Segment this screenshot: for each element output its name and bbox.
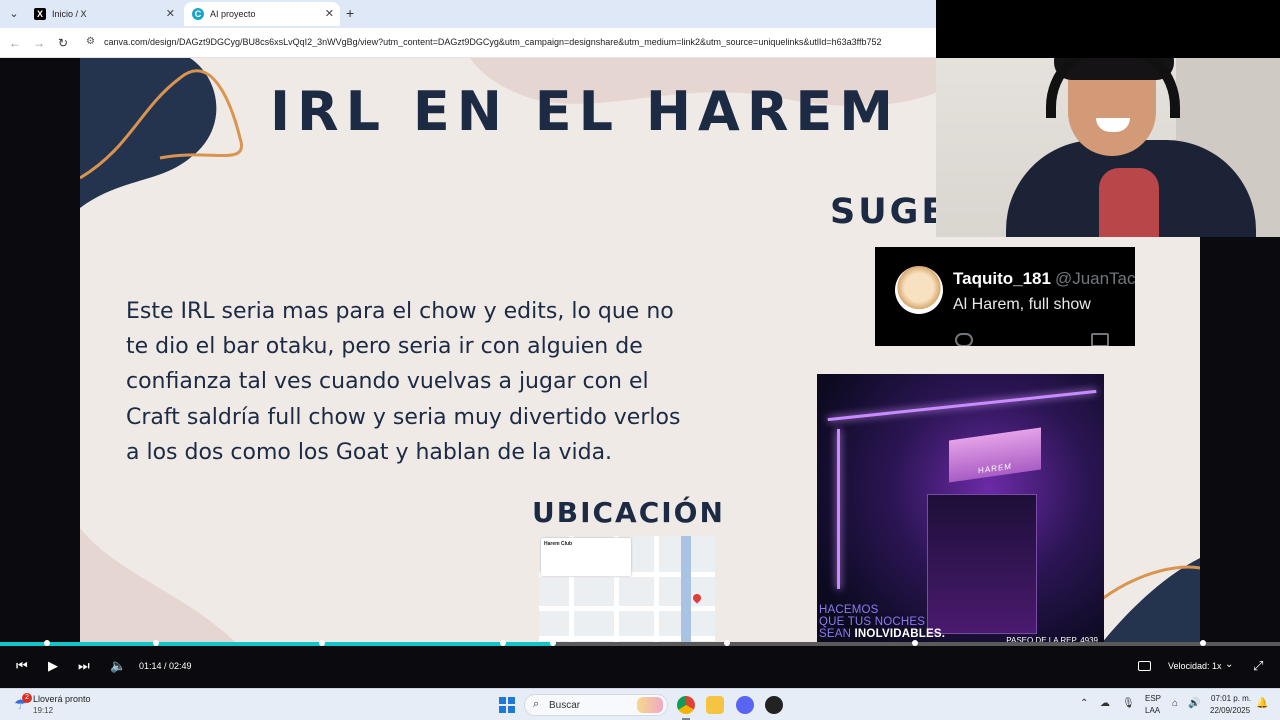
webcam-overlay: [936, 58, 1280, 237]
forward-arrow-icon[interactable]: →: [32, 36, 46, 50]
tweet-text: Al Harem, full show: [953, 296, 1091, 313]
tweet-screenshot: Taquito_181 @JuanTac Al Harem, full show: [875, 247, 1135, 346]
file-explorer-icon[interactable]: [706, 696, 724, 714]
sugerencia-heading: SUGE: [830, 192, 949, 232]
weather-title[interactable]: Lloverá pronto: [33, 694, 91, 704]
previous-icon[interactable]: ⏮: [16, 658, 28, 674]
tab-ai-proyecto[interactable]: C AI proyecto ✕: [184, 2, 340, 26]
neon-strip: [827, 389, 1097, 422]
notification-badge: 2: [22, 693, 32, 703]
network-icon[interactable]: ⌂: [1172, 698, 1178, 709]
next-icon[interactable]: ⏭: [78, 658, 90, 674]
time-readout: 01:14 / 02:49: [139, 661, 192, 671]
map-place-card: Harem Club: [541, 538, 631, 576]
tab-search-chevron-icon[interactable]: ⌄: [6, 6, 22, 22]
language-layout[interactable]: LAA: [1145, 706, 1160, 715]
taskbar-search[interactable]: ⌕ Buscar: [524, 694, 668, 716]
search-placeholder: Buscar: [549, 700, 581, 711]
club-sign: HAREM: [949, 427, 1041, 483]
x-logo-icon: X: [34, 8, 46, 20]
map-place-name: Harem Club: [544, 541, 573, 547]
search-highlight-icon: [637, 697, 663, 713]
speed-selector[interactable]: Velocidad: 1x: [1168, 661, 1222, 671]
play-icon[interactable]: ▶: [48, 658, 58, 674]
back-arrow-icon[interactable]: ←: [8, 36, 22, 50]
ubicacion-heading: UBICACIÓN: [532, 496, 725, 529]
new-tab-plus-icon[interactable]: +: [346, 6, 354, 20]
language-code[interactable]: ESP: [1145, 694, 1161, 703]
fullscreen-icon[interactable]: ⤢: [1253, 658, 1263, 674]
windows-start-icon[interactable]: [499, 697, 515, 713]
url-field[interactable]: canva.com/design/DAGzt9DGCyg/BU8cs6xsLvQ…: [104, 37, 934, 47]
search-icon: ⌕: [533, 698, 540, 710]
tab-label: Inicio / X: [52, 9, 87, 19]
windows-taskbar: ☂ 2 Lloverá pronto 19:12 ⌕ Buscar ⌃ ☁ 🎙 …: [0, 688, 1280, 720]
map-road: [654, 536, 659, 658]
app-icon[interactable]: [765, 696, 783, 714]
location-map: Harem Club: [539, 536, 715, 658]
volume-icon[interactable]: 🔈: [110, 658, 126, 674]
chrome-icon[interactable]: [677, 696, 695, 714]
clock-date[interactable]: 22/09/2025: [1210, 706, 1250, 715]
club-tagline: HACEMOS QUE TUS NOCHES SEAN INOLVIDABLES…: [819, 604, 946, 640]
show-hidden-icons-chevron-icon[interactable]: ⌃: [1080, 698, 1088, 709]
tab-label: AI proyecto: [210, 9, 256, 19]
reload-icon[interactable]: ↻: [56, 36, 70, 50]
site-info-icon[interactable]: ⚙: [86, 36, 95, 47]
reply-icon: [955, 333, 973, 346]
streamer-shirt: [1099, 168, 1159, 237]
weather-time: 19:12: [33, 706, 54, 715]
address-bar: ← → ↻ ⚙ canva.com/design/DAGzt9DGCyg/BU8…: [0, 28, 936, 58]
cat-avatar: [895, 266, 943, 314]
chevron-down-icon[interactable]: ⌄: [1225, 659, 1233, 670]
slide-body-text: Este IRL seria mas para el chow y edits,…: [126, 299, 681, 465]
retweet-icon: [1091, 333, 1109, 346]
speaker-icon[interactable]: 🔊: [1188, 698, 1200, 709]
neon-strip: [837, 429, 840, 589]
notification-bell-icon[interactable]: 🔔: [1256, 698, 1268, 709]
player-controls: ⏮ ▶ ⏭ 🔈 01:14 / 02:49 Velocidad: 1x ⌄ ⤢: [0, 646, 1280, 688]
canva-icon: C: [192, 8, 204, 20]
captions-icon[interactable]: [1138, 661, 1151, 671]
map-pin-icon: [691, 592, 703, 604]
clock-time[interactable]: 07:01 p. m.: [1211, 694, 1251, 703]
discord-icon[interactable]: [736, 696, 754, 714]
screen: ⌄ X Inicio / X ✕ C AI proyecto ✕ + ← → ↻…: [0, 0, 1280, 720]
map-avenue: [681, 536, 691, 658]
close-tab-icon[interactable]: ✕: [325, 7, 334, 20]
presentation-viewer: IRL EN EL HAREM SUGE Este IRL seria mas …: [0, 58, 1280, 688]
browser-tab-strip: ⌄ X Inicio / X ✕ C AI proyecto ✕ +: [0, 0, 936, 28]
tweet-author: Taquito_181 @JuanTac: [953, 269, 1135, 288]
microphone-icon[interactable]: 🎙: [1122, 698, 1135, 709]
tab-inicio-x[interactable]: X Inicio / X ✕: [26, 2, 181, 26]
cloud-icon[interactable]: ☁: [1100, 698, 1110, 709]
club-photo: HAREM HACEMOS QUE TUS NOCHES SEAN INOLVI…: [817, 374, 1104, 657]
headset: [1046, 58, 1180, 118]
close-tab-icon[interactable]: ✕: [166, 7, 175, 20]
tweet-handle: @JuanTac: [1054, 269, 1135, 288]
